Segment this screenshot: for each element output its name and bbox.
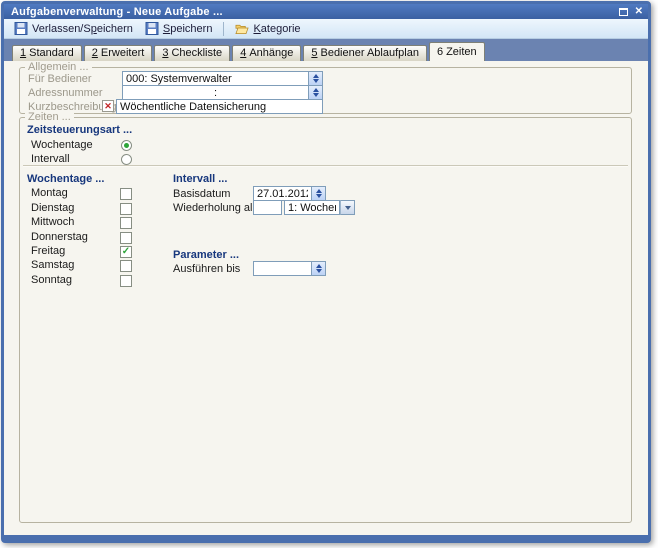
ausfuehren-bis-label: Ausführen bis	[173, 263, 241, 275]
day-label-freitag: Freitag	[31, 245, 66, 257]
restore-glyph	[618, 7, 628, 16]
adressnummer-spinner[interactable]	[309, 85, 323, 100]
adressnummer-input[interactable]	[122, 85, 309, 100]
tab-page-zeiten: Allgemein ... Für Bediener Adressnummer …	[4, 61, 648, 534]
basisdatum-label: Basisdatum	[173, 188, 231, 200]
save-button[interactable]: Speichern	[139, 21, 219, 36]
day-label-mittwoch: Mittwoch	[31, 216, 75, 228]
category-label: Kategorie	[253, 22, 301, 35]
close-icon[interactable]: ✕	[635, 6, 643, 17]
day-label-dienstag: Dienstag	[31, 202, 75, 214]
spinner-up-icon	[312, 74, 319, 78]
clear-field-icon[interactable]: ✕	[102, 100, 114, 112]
intervall-heading: Intervall ...	[173, 173, 228, 185]
titlebar[interactable]: Aufgabenverwaltung - Neue Aufgabe ... ✕	[4, 4, 648, 19]
adressnummer-label: Adressnummer	[28, 87, 103, 99]
group-allgemein: Allgemein ... Für Bediener Adressnummer …	[19, 61, 632, 114]
save-icon	[14, 22, 28, 35]
kurzbeschreibung-field	[116, 99, 323, 114]
dropdown-button[interactable]	[340, 200, 355, 215]
checkbox-samstag[interactable]	[120, 260, 132, 272]
fuer-bediener-input[interactable]	[122, 71, 309, 86]
spinner-up-icon	[315, 189, 322, 193]
parameter-heading: Parameter ...	[173, 249, 240, 261]
radio-intervall-label: Intervall	[31, 153, 70, 165]
tab-bar: 1 Standard 2 Erweitert 3 Checkliste 4 Anhäng…	[4, 39, 648, 61]
spinner-down-icon	[312, 79, 319, 83]
basisdatum-input[interactable]	[253, 186, 312, 201]
chevron-down-icon	[344, 205, 351, 210]
day-label-sonntag: Sonntag	[31, 274, 72, 286]
group-zeiten: Zeiten ... Zeitsteuerungsart ... Wochent…	[19, 111, 632, 523]
tab-standard[interactable]: 1 Standard	[12, 45, 82, 61]
basisdatum-field	[253, 186, 326, 201]
save-icon	[145, 22, 159, 35]
save-and-exit-label: Verlassen/Speichern	[32, 22, 133, 35]
ausfuehren-bis-spinner[interactable]	[312, 261, 326, 276]
section-divider	[23, 165, 628, 167]
ausfuehren-bis-field	[253, 261, 326, 276]
day-label-samstag: Samstag	[31, 259, 75, 271]
fuer-bediener-label: Für Bediener	[28, 73, 92, 85]
checkbox-donnerstag[interactable]	[120, 232, 132, 244]
tab-bediener-ablaufplan[interactable]: 5 Bediener Ablaufplan	[303, 45, 427, 61]
zeitsteuerungsart-heading: Zeitsteuerungsart ...	[27, 124, 133, 136]
group-zeiten-legend: Zeiten ...	[25, 111, 74, 123]
fuer-bediener-field	[122, 71, 323, 86]
day-label-donnerstag: Donnerstag	[31, 231, 88, 243]
spinner-down-icon	[315, 269, 322, 273]
tab-anhaenge[interactable]: 4 Anhänge	[232, 45, 302, 61]
folder-open-icon	[235, 22, 250, 35]
kurzbeschreibung-input[interactable]	[116, 99, 323, 114]
fuer-bediener-spinner[interactable]	[309, 71, 323, 86]
radio-intervall[interactable]	[121, 154, 132, 165]
toolbar-separator	[223, 21, 225, 36]
checkbox-dienstag[interactable]	[120, 203, 132, 215]
checkbox-montag[interactable]	[120, 188, 132, 200]
wiederholung-unit-dropdown	[284, 200, 355, 215]
wiederholung-count-input[interactable]	[253, 200, 282, 215]
checkbox-mittwoch[interactable]	[120, 217, 132, 229]
checkbox-sonntag[interactable]	[120, 275, 132, 287]
adressnummer-field	[122, 85, 323, 100]
wiederholung-label: Wiederholung alle	[173, 202, 262, 214]
tab-checkliste[interactable]: 3 Checkliste	[154, 45, 231, 61]
wiederholung-count-field	[253, 200, 282, 215]
wochentage-heading: Wochentage ...	[27, 173, 105, 185]
ausfuehren-bis-input[interactable]	[253, 261, 312, 276]
window-title: Aufgabenverwaltung - Neue Aufgabe ...	[11, 5, 223, 18]
save-label: Speichern	[162, 22, 213, 35]
wiederholung-unit-value[interactable]	[284, 200, 340, 215]
checkbox-freitag[interactable]: ✓	[120, 246, 132, 258]
category-button[interactable]: Kategorie	[229, 21, 306, 36]
group-allgemein-legend: Allgemein ...	[25, 61, 92, 73]
tab-zeiten[interactable]: 6 Zeiten	[428, 42, 485, 61]
spinner-down-icon	[315, 194, 322, 198]
basisdatum-spinner[interactable]	[312, 186, 326, 201]
toolbar: Verlassen/Speichern Speichern Kategorie	[4, 19, 648, 39]
spinner-up-icon	[312, 88, 319, 92]
tab-erweitert[interactable]: 2 Erweitert	[83, 45, 153, 61]
restore-icon[interactable]	[618, 7, 628, 16]
window-controls: ✕	[618, 6, 643, 17]
radio-wochentage[interactable]	[121, 140, 132, 151]
day-label-montag: Montag	[31, 187, 68, 199]
radio-wochentage-label: Wochentage	[31, 139, 93, 151]
spinner-up-icon	[315, 264, 322, 268]
save-and-exit-button[interactable]: Verlassen/Speichern	[8, 21, 139, 36]
spinner-down-icon	[312, 93, 319, 97]
app-window: Aufgabenverwaltung - Neue Aufgabe ... ✕ …	[1, 1, 651, 543]
